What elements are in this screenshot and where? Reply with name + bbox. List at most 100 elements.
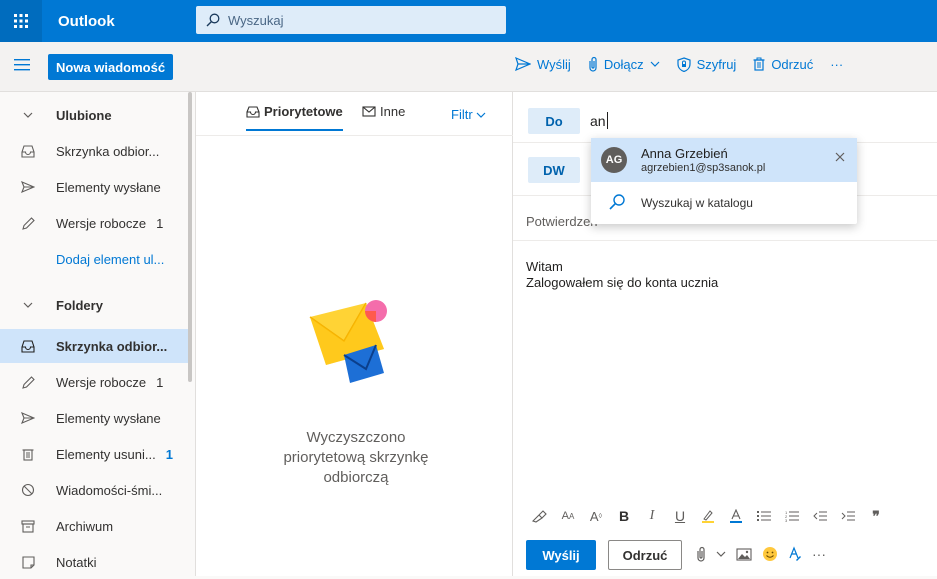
trash-icon bbox=[753, 57, 765, 71]
body-line: Witam bbox=[526, 259, 563, 274]
attach-toolbar-button[interactable]: Dołącz bbox=[588, 56, 660, 72]
encrypt-toolbar-button[interactable]: Szyfruj bbox=[676, 56, 736, 72]
top-bar: Outlook bbox=[0, 0, 937, 42]
to-field-value: an bbox=[590, 112, 606, 129]
send-toolbar-label: Wyślij bbox=[537, 56, 571, 72]
message-body[interactable]: Witam Zalogowałem się do konta ucznia bbox=[526, 259, 718, 291]
tab-other[interactable]: Inne bbox=[362, 104, 405, 119]
send-icon bbox=[0, 412, 56, 424]
folder-item-label: Elementy usuni... bbox=[56, 446, 156, 462]
folder-item-sent[interactable]: Elementy wysłane bbox=[0, 401, 188, 435]
mail-icon bbox=[362, 106, 376, 117]
unread-count: 1 bbox=[156, 215, 164, 231]
suggested-contact[interactable]: AG Anna Grzebień agrzebien1@sp3sanok.pl bbox=[591, 138, 857, 182]
attach-toolbar-label: Dołącz bbox=[603, 56, 644, 72]
discard-button[interactable]: Odrzuć bbox=[608, 540, 682, 570]
folder-item-deleted[interactable]: Elementy usuni... 1 bbox=[0, 437, 188, 471]
favorites-header[interactable]: Ulubione bbox=[0, 98, 188, 132]
pencil-icon bbox=[0, 216, 56, 230]
folder-item-inbox[interactable]: Skrzynka odbior... bbox=[0, 329, 188, 363]
favorite-item-drafts[interactable]: Wersje robocze 1 bbox=[0, 206, 188, 240]
search-directory-option[interactable]: Wyszukaj w katalogu bbox=[591, 188, 857, 218]
subject-field[interactable]: Potwierdzen bbox=[526, 214, 598, 229]
chevron-down-icon bbox=[650, 61, 660, 67]
more-options-button[interactable]: ··· bbox=[830, 57, 843, 72]
highlight-icon[interactable] bbox=[701, 509, 715, 523]
paperclip-icon[interactable] bbox=[696, 546, 706, 562]
send-toolbar-button[interactable]: Wyślij bbox=[515, 57, 571, 72]
emoji-icon[interactable] bbox=[762, 546, 778, 562]
new-message-button[interactable]: Nowa wiadomość bbox=[48, 54, 174, 80]
contact-name: Anna Grzebień bbox=[641, 146, 728, 161]
chevron-down-icon bbox=[0, 112, 56, 118]
favorite-item-sent[interactable]: Elementy wysłane bbox=[0, 170, 188, 204]
formatting-toolbar: AA A ◊ B I U 123 ❞ bbox=[513, 496, 937, 536]
cc-button[interactable]: DW bbox=[528, 157, 580, 183]
divider bbox=[513, 240, 937, 241]
close-icon[interactable] bbox=[835, 152, 845, 162]
tab-focused[interactable]: Priorytetowe bbox=[246, 104, 343, 131]
svg-text:3: 3 bbox=[785, 518, 788, 522]
decrease-indent-icon[interactable] bbox=[813, 510, 827, 522]
body-line: Zalogowałem się do konta ucznia bbox=[526, 275, 719, 290]
folder-pane: Ulubione Skrzynka odbior... Elementy wys… bbox=[0, 92, 196, 576]
inbox-icon bbox=[0, 144, 56, 158]
more-options-icon[interactable]: ··· bbox=[812, 546, 826, 562]
send-icon bbox=[515, 57, 531, 71]
avatar: AG bbox=[601, 147, 627, 173]
shield-lock-icon bbox=[676, 56, 691, 72]
hamburger-menu-icon[interactable] bbox=[14, 58, 30, 72]
search-directory-label: Wyszukaj w katalogu bbox=[641, 196, 753, 210]
increase-indent-icon[interactable] bbox=[841, 510, 855, 522]
folder-pane-scrollbar[interactable] bbox=[188, 92, 192, 382]
bold-icon[interactable]: B bbox=[617, 508, 631, 524]
chevron-down-icon[interactable] bbox=[716, 551, 726, 557]
inbox-tabs: Priorytetowe Inne Filtr bbox=[196, 92, 513, 136]
search-box[interactable] bbox=[196, 6, 506, 34]
recipient-suggestions: AG Anna Grzebień agrzebien1@sp3sanok.pl … bbox=[591, 138, 857, 224]
font-size-decrease-icon[interactable]: AA bbox=[561, 510, 575, 522]
folder-item-label: Wiadomości-śmi... bbox=[56, 482, 163, 498]
chevron-down-icon bbox=[476, 112, 486, 118]
folder-item-archive[interactable]: Archiwum bbox=[0, 509, 188, 543]
search-input[interactable] bbox=[228, 12, 488, 28]
font-color-icon[interactable] bbox=[729, 509, 743, 523]
image-icon[interactable] bbox=[736, 547, 752, 561]
app-title[interactable]: Outlook bbox=[58, 13, 196, 30]
quote-icon[interactable]: ❞ bbox=[869, 508, 883, 525]
filter-button[interactable]: Filtr bbox=[451, 107, 486, 122]
send-button[interactable]: Wyślij bbox=[526, 540, 596, 570]
format-painter-icon[interactable] bbox=[531, 509, 547, 523]
folder-item-label: Elementy wysłane bbox=[56, 410, 161, 426]
folder-item-junk[interactable]: Wiadomości-śmi... bbox=[0, 473, 188, 507]
app-launcher-icon[interactable] bbox=[0, 0, 42, 42]
to-button[interactable]: Do bbox=[528, 108, 580, 134]
text-caret bbox=[606, 112, 608, 129]
to-field[interactable]: an bbox=[590, 112, 608, 129]
archive-icon bbox=[0, 519, 56, 533]
folders-header[interactable]: Foldery bbox=[0, 288, 188, 322]
add-favorite-link[interactable]: Dodaj element ul... bbox=[0, 242, 188, 276]
chevron-down-icon bbox=[0, 302, 56, 308]
font-size-increase-icon[interactable]: A ◊ bbox=[589, 509, 603, 524]
more-options-label: ··· bbox=[830, 56, 844, 72]
italic-icon[interactable]: I bbox=[645, 508, 659, 524]
empty-inbox-illustration bbox=[304, 297, 394, 389]
discard-toolbar-label: Odrzuć bbox=[771, 56, 814, 72]
empty-inbox-message: Wyczyszczono priorytetową skrzynkę odbio… bbox=[283, 429, 429, 486]
bullets-icon[interactable] bbox=[757, 510, 771, 522]
pencil-icon bbox=[0, 375, 56, 389]
message-list-pane: Priorytetowe Inne Filtr Wyczyszczono pri… bbox=[196, 92, 513, 576]
numbering-icon[interactable]: 123 bbox=[785, 510, 799, 522]
underline-icon[interactable]: U bbox=[673, 508, 687, 524]
folders-header-label: Foldery bbox=[56, 297, 103, 313]
favorite-item-inbox[interactable]: Skrzynka odbior... bbox=[0, 134, 188, 168]
favorite-item-label: Skrzynka odbior... bbox=[56, 143, 160, 159]
discard-toolbar-button[interactable]: Odrzuć bbox=[753, 57, 813, 72]
favorites-header-label: Ulubione bbox=[56, 107, 112, 123]
send-icon bbox=[0, 181, 56, 193]
folder-item-drafts[interactable]: Wersje robocze 1 bbox=[0, 365, 188, 399]
folder-item-notes[interactable]: Notatki bbox=[0, 545, 188, 579]
editor-icon[interactable] bbox=[788, 546, 802, 562]
folder-item-label: Notatki bbox=[56, 554, 97, 570]
